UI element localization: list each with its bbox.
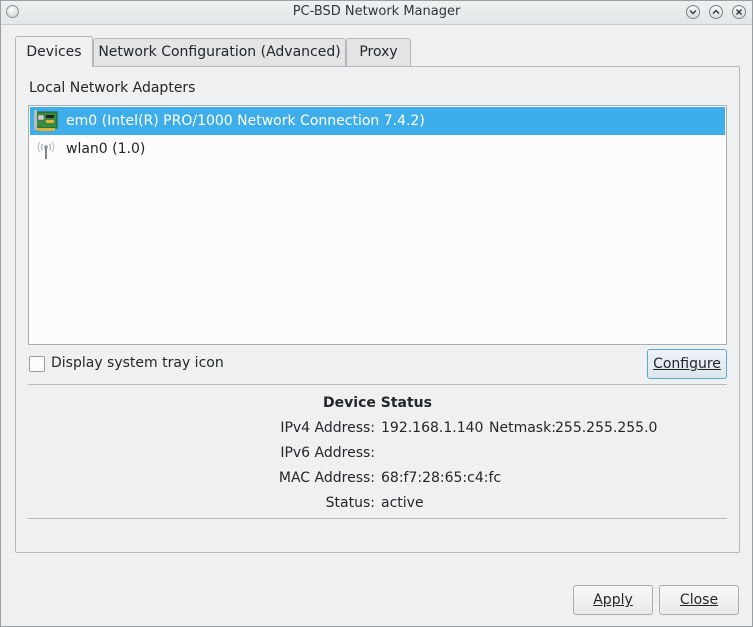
network-manager-window: PC-BSD Network Manager Devices Network C…	[0, 0, 753, 627]
ipv6-address-label: IPv6 Address:	[280, 445, 375, 461]
apply-button-label: Apply	[593, 592, 633, 608]
close-icon	[736, 9, 742, 15]
apply-button[interactable]: Apply	[573, 585, 653, 615]
title-bar[interactable]: PC-BSD Network Manager	[1, 1, 752, 25]
close-window-button[interactable]	[732, 5, 746, 19]
divider-top	[28, 384, 727, 385]
ipv4-address-label: IPv4 Address:	[280, 420, 375, 436]
netmask-label: Netmask:	[489, 420, 556, 436]
adapter-item-wlan0[interactable]: wlan0 (1.0)	[30, 135, 725, 163]
tab-devices[interactable]: Devices	[15, 36, 93, 67]
minimize-icon	[689, 10, 697, 15]
window-title: PC-BSD Network Manager	[292, 4, 461, 19]
system-tray-checkbox-label[interactable]: Display system tray icon	[51, 355, 224, 371]
close-button-label: Close	[679, 592, 719, 608]
network-card-icon	[34, 110, 58, 131]
divider-bottom	[28, 518, 727, 519]
adapter-label: wlan0 (1.0)	[66, 141, 146, 157]
device-status-title: Device Status	[323, 395, 432, 411]
mac-address-value: 68:f7:28:65:c4:fc	[381, 470, 502, 486]
tab-proxy[interactable]: Proxy	[346, 38, 411, 66]
local-network-adapters-label: Local Network Adapters	[29, 80, 196, 96]
status-value: active	[381, 495, 424, 511]
tab-network-configuration-advanced[interactable]: Network Configuration (Advanced)	[93, 38, 346, 66]
adapter-list[interactable]: em0 (Intel(R) PRO/1000 Network Connectio…	[28, 105, 727, 345]
mac-address-label: MAC Address:	[278, 470, 375, 486]
configure-button-label: Configure	[653, 356, 721, 372]
close-button[interactable]: Close	[659, 585, 739, 615]
maximize-icon	[712, 9, 720, 14]
maximize-button[interactable]	[709, 5, 723, 19]
adapter-item-em0[interactable]: em0 (Intel(R) PRO/1000 Network Connectio…	[30, 107, 725, 135]
wireless-antenna-icon	[37, 141, 55, 159]
adapter-label: em0 (Intel(R) PRO/1000 Network Connectio…	[66, 113, 425, 129]
netmask-value: 255.255.255.0	[555, 420, 658, 436]
status-label: Status:	[325, 495, 375, 511]
configure-button[interactable]: Configure	[647, 349, 727, 379]
ipv4-address-value: 192.168.1.140	[381, 420, 484, 436]
minimize-button[interactable]	[686, 5, 700, 19]
system-tray-checkbox[interactable]	[29, 356, 45, 372]
devices-tab-panel: Local Network Adapters em0 (Intel(R) PRO…	[15, 66, 740, 553]
